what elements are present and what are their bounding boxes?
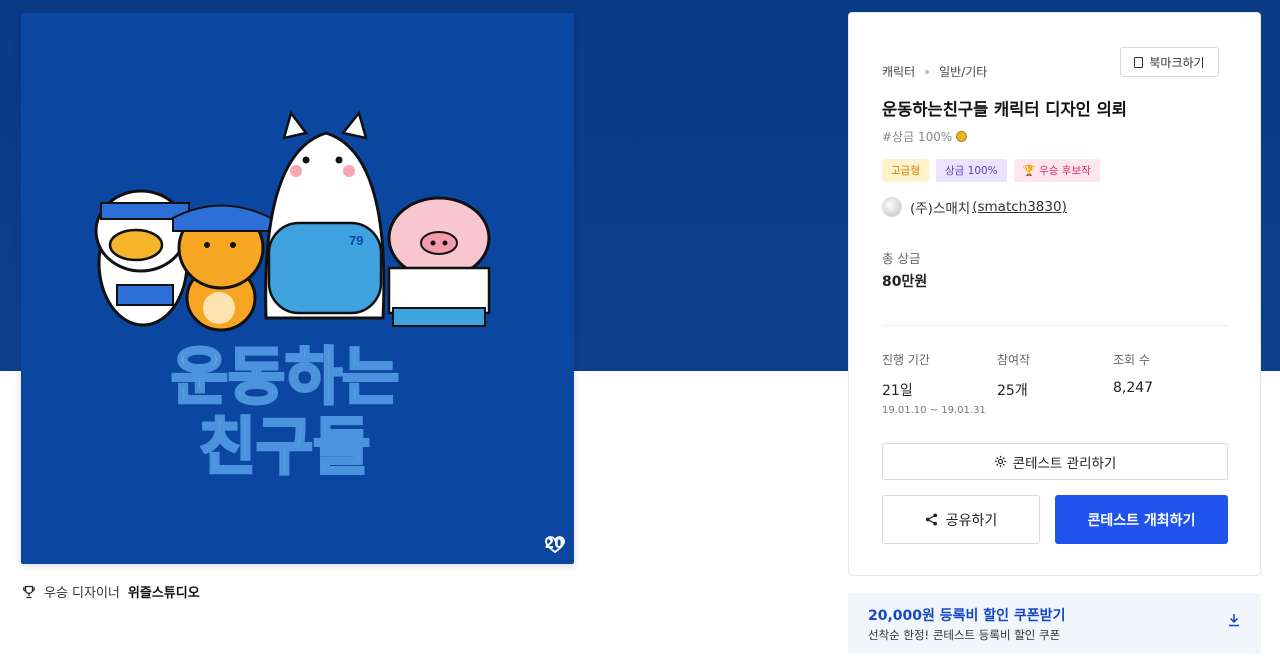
contest-tagline: #상금 100%	[882, 128, 968, 145]
prize-value: 80만원	[882, 274, 928, 290]
category-link[interactable]: 캐릭터	[882, 63, 915, 80]
winner-name[interactable]: 위즐스튜디오	[128, 582, 200, 601]
contest-artwork[interactable]: 79 운동하는 친구들 20	[21, 13, 574, 564]
coupon-title: 20,000원 등록비 할인 쿠폰받기	[868, 608, 1066, 624]
svg-text:운동하는: 운동하는	[171, 340, 399, 413]
owner-name: (주)스매치	[910, 201, 971, 217]
stat-period-range: 19.01.10 ~ 19.01.31	[882, 405, 986, 416]
contest-owner[interactable]: (주)스매치 (smatch3830)	[882, 197, 1067, 217]
contest-title: 운동하는친구들 캐릭터 디자인 의뢰	[882, 100, 1127, 119]
stat-period-value: 21일	[882, 383, 913, 399]
svg-text:친구들: 친구들	[199, 410, 370, 483]
winner-label: 우승 디자이너	[44, 586, 120, 601]
bookmark-button[interactable]: 북마크하기	[1120, 47, 1219, 77]
badge-list: 고급형 상금 100% 🏆 우승 후보작	[882, 159, 1100, 182]
badge-premium: 고급형	[882, 159, 929, 182]
bookmark-icon	[1134, 56, 1144, 68]
stat-views-label: 조회 수	[1113, 353, 1150, 367]
winner-designer: 우승 디자이너 위즐스튜디오	[22, 582, 200, 601]
share-icon	[925, 513, 937, 526]
coupon-subtitle: 선착순 한정! 콘테스트 등록비 할인 쿠폰	[868, 628, 1061, 642]
like-button[interactable]: 20	[544, 536, 565, 554]
owner-id[interactable]: (smatch3830)	[972, 199, 1067, 215]
stat-participants: 참여작 25개	[997, 351, 1030, 400]
avatar	[882, 197, 902, 217]
stat-period: 진행 기간 21일 19.01.10 ~ 19.01.31	[882, 351, 986, 416]
tagline-text: #상금 100%	[882, 130, 953, 144]
duck-character	[94, 189, 190, 327]
badge-prize: 상금 100%	[935, 159, 1007, 182]
heart-icon	[544, 536, 565, 554]
coupon-banner[interactable]: 20,000원 등록비 할인 쿠폰받기 선착순 한정! 콘테스트 등록비 할인 …	[848, 593, 1261, 654]
stat-views: 조회 수 8,247	[1113, 351, 1153, 396]
subcategory-link[interactable]: 일반/기타	[939, 63, 987, 80]
stat-period-label: 진행 기간	[882, 353, 930, 367]
prize-label: 총 상금	[882, 251, 921, 266]
stat-participants-value: 25개	[997, 383, 1028, 399]
dog-character	[172, 204, 272, 332]
share-button[interactable]: 공유하기	[882, 495, 1040, 544]
badge-winner-candidate: 🏆 우승 후보작	[1013, 159, 1100, 182]
separator-dot	[925, 69, 930, 74]
manage-contest-label: 콘테스트 관리하기	[1012, 455, 1117, 472]
divider	[882, 325, 1228, 326]
host-contest-button[interactable]: 콘테스트 개최하기	[1055, 495, 1228, 544]
character-illustration: 79 운동하는 친구들	[94, 110, 491, 485]
bookmark-label: 북마크하기	[1149, 55, 1205, 70]
svg-text:79: 79	[349, 233, 363, 248]
pig-character	[387, 196, 491, 327]
stat-views-value: 8,247	[1113, 380, 1154, 396]
manage-contest-button[interactable]: 콘테스트 관리하기	[882, 443, 1228, 480]
badge-winner-candidate-text: 우승 후보작	[1039, 165, 1091, 177]
gear-icon	[994, 455, 1006, 468]
breadcrumb: 캐릭터 일반/기타	[882, 63, 987, 80]
stat-participants-label: 참여작	[997, 353, 1031, 367]
download-icon[interactable]	[1227, 613, 1241, 627]
trophy-icon	[22, 585, 36, 598]
medal-icon	[956, 131, 968, 142]
cat-character: 79	[264, 110, 386, 320]
contest-info-card: 캐릭터 일반/기타 북마크하기 운동하는친구들 캐릭터 디자인 의뢰 #상금 1…	[848, 12, 1261, 576]
share-label: 공유하기	[945, 512, 998, 529]
